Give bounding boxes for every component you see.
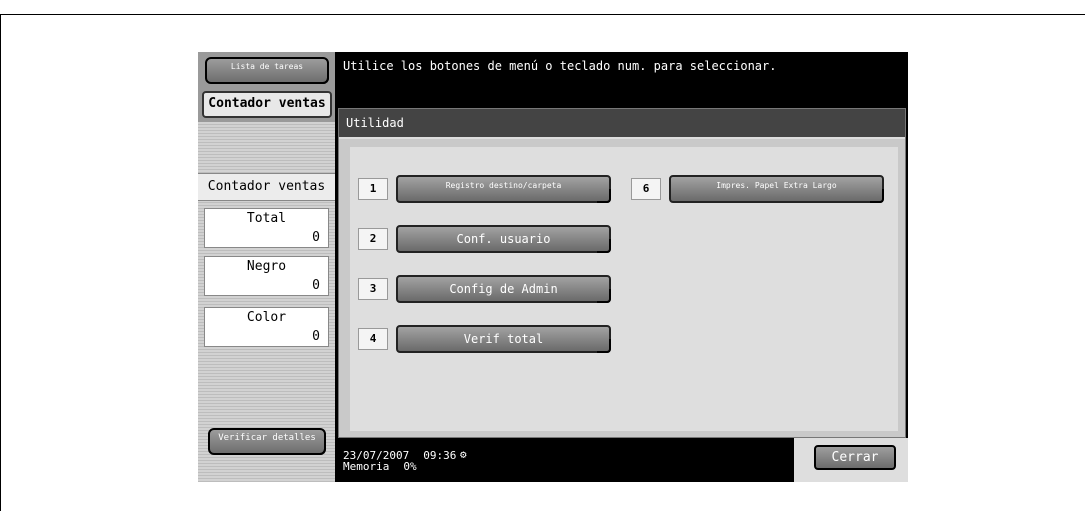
status-bar: 23/07/2007 09:36 Memoria 0% xyxy=(343,450,456,472)
counter-value: 0 xyxy=(312,278,320,293)
utility-panel: Utilidad 1 Registro destino/carpeta 2 Co… xyxy=(338,108,906,438)
counter-value: 0 xyxy=(312,230,320,245)
counter-color: Color 0 xyxy=(204,307,329,347)
memory-value: 0% xyxy=(403,460,417,473)
menu-item-number: 1 xyxy=(358,178,388,200)
menu-item-number: 4 xyxy=(358,328,388,350)
control-panel-screen: Lista de tareas Contador ventas Contador… xyxy=(198,52,908,482)
menu-item-label: Registro destino/carpeta xyxy=(396,175,611,203)
job-list-button[interactable]: Lista de tareas xyxy=(205,57,329,84)
memory-label: Memoria xyxy=(343,460,390,473)
menu-item-number: 2 xyxy=(358,228,388,250)
counter-value: 0 xyxy=(312,329,320,344)
instruction-message: Utilice los botones de menú o teclado nu… xyxy=(343,59,777,73)
menu-item-label: Impres. Papel Extra Largo xyxy=(669,175,884,203)
sidebar: Lista de tareas Contador ventas Contador… xyxy=(198,52,335,482)
counter-total: Total 0 xyxy=(204,208,329,248)
close-button[interactable]: Cerrar xyxy=(814,445,896,470)
menu-area: 1 Registro destino/carpeta 2 Conf. usuar… xyxy=(350,147,898,431)
counter-section-label: Contador ventas xyxy=(198,173,335,201)
check-details-button[interactable]: Verificar detalles xyxy=(208,428,326,455)
close-area: Cerrar xyxy=(794,438,908,482)
menu-item-number: 6 xyxy=(631,178,661,200)
sales-counter-tab[interactable]: Contador ventas xyxy=(202,91,332,118)
counter-black: Negro 0 xyxy=(204,256,329,296)
menu-item-label: Verif total xyxy=(396,325,611,353)
status-time: 09:36 xyxy=(423,449,457,462)
menu-item-label: Config de Admin xyxy=(396,275,611,303)
panel-title: Utilidad xyxy=(339,109,905,139)
connection-icon: ⚙ xyxy=(460,448,467,461)
menu-item-number: 3 xyxy=(358,278,388,300)
counter-label: Total xyxy=(246,211,287,226)
counter-label: Color xyxy=(246,310,287,325)
menu-item-label: Conf. usuario xyxy=(396,225,611,253)
counter-label: Negro xyxy=(246,259,287,274)
